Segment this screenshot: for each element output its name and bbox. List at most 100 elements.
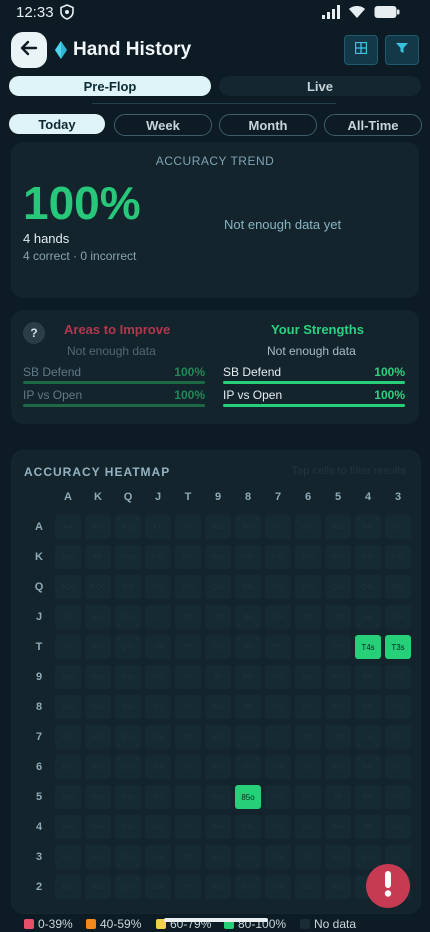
heatmap-cell[interactable]: T5s [325, 635, 351, 659]
heatmap-cell[interactable]: J9s [205, 605, 231, 629]
heatmap-cell[interactable]: Q2o [115, 875, 141, 899]
heatmap-cell[interactable]: A7o [55, 725, 81, 749]
heatmap-cell[interactable]: 75o [265, 785, 291, 809]
heatmap-cell[interactable]: T4s [355, 635, 381, 659]
heatmap-cell[interactable]: K7s [265, 545, 291, 569]
heatmap-cell[interactable]: Q8s [235, 575, 261, 599]
heatmap-cell[interactable]: Q3o [115, 845, 141, 869]
heatmap-cell[interactable]: 87o [235, 725, 261, 749]
heatmap-cell[interactable]: 54s [355, 785, 381, 809]
heatmap-cell[interactable]: K5s [325, 545, 351, 569]
heatmap-cell[interactable]: 54o [325, 815, 351, 839]
heatmap-cell[interactable]: J3s [385, 605, 411, 629]
heatmap-cell[interactable]: A8s [235, 515, 261, 539]
heatmap-cell[interactable]: 84s [355, 695, 381, 719]
heatmap-cell[interactable]: AA [55, 515, 81, 539]
heatmap-cell[interactable]: A9o [55, 665, 81, 689]
period-all-time[interactable]: All-Time [324, 114, 422, 136]
heatmap-cell[interactable]: 85s [325, 695, 351, 719]
heatmap-cell[interactable]: A5o [55, 785, 81, 809]
heatmap-cell[interactable]: Q6s [295, 575, 321, 599]
heatmap-cell[interactable]: Q4s [355, 575, 381, 599]
heatmap-cell[interactable]: 74s [355, 725, 381, 749]
heatmap-cell[interactable]: KTs [175, 545, 201, 569]
heatmap-cell[interactable]: K2o [85, 875, 111, 899]
heatmap-cell[interactable]: 65s [325, 755, 351, 779]
heatmap-cell[interactable]: T4o [175, 815, 201, 839]
heatmap-cell[interactable]: Q8o [115, 695, 141, 719]
heatmap-cell[interactable]: T3o [175, 845, 201, 869]
heatmap-cell[interactable]: K3o [85, 845, 111, 869]
heatmap-cell[interactable]: K5o [85, 785, 111, 809]
heatmap-cell[interactable]: KJs [145, 545, 171, 569]
heatmap-cell[interactable]: J7s [265, 605, 291, 629]
heatmap-cell[interactable]: Q9o [115, 665, 141, 689]
heatmap-cell[interactable]: 98o [205, 695, 231, 719]
heatmap-cell[interactable]: A6s [295, 515, 321, 539]
heatmap-cell[interactable]: KK [85, 545, 111, 569]
heatmap-cell[interactable]: KJo [85, 605, 111, 629]
heatmap-cell[interactable]: K7o [85, 725, 111, 749]
heatmap-cell[interactable]: A3s [385, 515, 411, 539]
heatmap-cell[interactable]: QJo [115, 605, 141, 629]
heatmap-cell[interactable]: 65o [295, 785, 321, 809]
heatmap-cell[interactable]: 97o [205, 725, 231, 749]
heatmap-cell[interactable]: JJ [145, 605, 171, 629]
heatmap-cell[interactable]: 44 [355, 815, 381, 839]
heatmap-cell[interactable]: 75s [325, 725, 351, 749]
heatmap-cell[interactable]: T5o [175, 785, 201, 809]
heatmap-cell[interactable]: 55 [325, 785, 351, 809]
heatmap-cell[interactable]: Q6o [115, 755, 141, 779]
heatmap-cell[interactable]: Q9s [205, 575, 231, 599]
heatmap-cell[interactable]: Q4o [115, 815, 141, 839]
heatmap-cell[interactable]: T6s [295, 635, 321, 659]
heatmap-cell[interactable]: 77 [265, 725, 291, 749]
heatmap-cell[interactable]: 52o [325, 875, 351, 899]
heatmap-cell[interactable]: K4s [355, 545, 381, 569]
heatmap-cell[interactable]: K8s [235, 545, 261, 569]
tab-live[interactable]: Live [219, 76, 421, 96]
heatmap-cell[interactable]: J2o [145, 875, 171, 899]
heatmap-cell[interactable]: T3s [385, 635, 411, 659]
heatmap-cell[interactable]: KQs [115, 545, 141, 569]
heatmap-cell[interactable]: J8o [145, 695, 171, 719]
heatmap-cell[interactable]: K4o [85, 815, 111, 839]
heatmap-cell[interactable]: 87s [265, 695, 291, 719]
heatmap-cell[interactable]: 82o [235, 875, 261, 899]
heatmap-cell[interactable]: 83s [385, 695, 411, 719]
heatmap-cell[interactable]: 53o [325, 845, 351, 869]
heatmap-cell[interactable]: K3s [385, 545, 411, 569]
heatmap-cell[interactable]: 86o [235, 755, 261, 779]
heatmap-cell[interactable]: 99 [205, 665, 231, 689]
heatmap-cell[interactable]: K6o [85, 755, 111, 779]
heatmap-cell[interactable]: 98s [235, 665, 261, 689]
back-button[interactable] [11, 32, 47, 68]
tab-pre-flop[interactable]: Pre-Flop [9, 76, 211, 96]
heatmap-cell[interactable]: T6o [175, 755, 201, 779]
heatmap-cell[interactable]: 94o [205, 815, 231, 839]
heatmap-cell[interactable]: 62o [295, 875, 321, 899]
heatmap-cell[interactable]: J4s [355, 605, 381, 629]
heatmap-cell[interactable]: 95o [205, 785, 231, 809]
heatmap-cell[interactable]: J5s [325, 605, 351, 629]
heatmap-cell[interactable]: TT [175, 635, 201, 659]
heatmap-cell[interactable]: Q5s [325, 575, 351, 599]
heatmap-cell[interactable]: Q7s [265, 575, 291, 599]
help-button[interactable]: ? [23, 322, 45, 344]
heatmap-cell[interactable]: 64s [355, 755, 381, 779]
heatmap-cell[interactable]: A9s [205, 515, 231, 539]
heatmap-cell[interactable]: A3o [55, 845, 81, 869]
heatmap-cell[interactable]: 72o [265, 875, 291, 899]
grid-view-button[interactable] [344, 35, 378, 65]
heatmap-cell[interactable]: AQs [115, 515, 141, 539]
heatmap-cell[interactable]: A7s [265, 515, 291, 539]
heatmap-cell[interactable]: Q7o [115, 725, 141, 749]
heatmap-cell[interactable]: A6o [55, 755, 81, 779]
heatmap-cell[interactable]: 97s [265, 665, 291, 689]
heatmap-cell[interactable]: 92o [205, 875, 231, 899]
heatmap-cell[interactable]: K9s [205, 545, 231, 569]
heatmap-cell[interactable]: JTo [145, 635, 171, 659]
heatmap-cell[interactable]: 64o [295, 815, 321, 839]
heatmap-cell[interactable]: 43s [385, 815, 411, 839]
heatmap-cell[interactable]: ATs [175, 515, 201, 539]
